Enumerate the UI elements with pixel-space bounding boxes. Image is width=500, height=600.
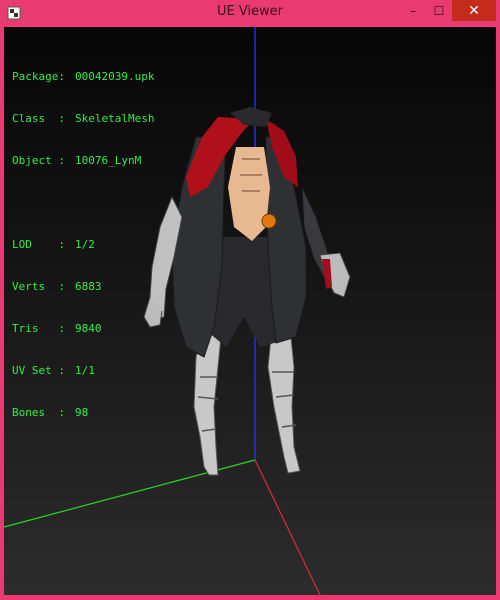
info-tris-value: 9840 bbox=[75, 322, 102, 335]
info-label: Class : bbox=[12, 112, 65, 125]
info-package-row: Package: 00042039.upk bbox=[12, 70, 154, 84]
close-button[interactable]: ✕ bbox=[452, 0, 496, 21]
info-label: Object : bbox=[12, 154, 65, 167]
info-label: Tris : bbox=[12, 322, 65, 335]
info-lod-value: 1/2 bbox=[75, 238, 95, 251]
minimize-button[interactable]: – bbox=[400, 0, 426, 21]
info-verts-row: Verts : 6883 bbox=[12, 280, 154, 294]
info-class-value: SkeletalMesh bbox=[75, 112, 155, 125]
mesh-info-overlay: Package: 00042039.upk Class : SkeletalMesh… bbox=[12, 42, 154, 448]
info-object-value: 10076_LynM bbox=[75, 154, 142, 167]
info-bones-row: Bones : 98 bbox=[12, 406, 154, 420]
info-label: Package: bbox=[12, 70, 65, 83]
info-bones-value: 98 bbox=[75, 406, 89, 419]
3d-viewport[interactable]: Package: 00042039.upk Class : SkeletalMesh… bbox=[4, 27, 496, 595]
info-label: UV Set : bbox=[12, 364, 65, 377]
info-uvset-row: UV Set : 1/1 bbox=[12, 364, 154, 378]
skeletal-mesh-model[interactable] bbox=[143, 107, 351, 476]
info-uvset-value: 1/1 bbox=[75, 364, 95, 377]
info-object-row: Object : 10076_LynM bbox=[12, 154, 154, 168]
title-bar[interactable]: UE Viewer – ☐ ✕ bbox=[0, 0, 500, 27]
info-package-value: 00042039.upk bbox=[75, 70, 155, 83]
app-window: UE Viewer – ☐ ✕ Package: 00042039.upk Cl… bbox=[0, 0, 500, 600]
info-tris-row: Tris : 9840 bbox=[12, 322, 154, 336]
info-label: Verts : bbox=[12, 280, 65, 293]
info-lod-row: LOD : 1/2 bbox=[12, 238, 154, 252]
info-verts-value: 6883 bbox=[75, 280, 102, 293]
info-label: LOD : bbox=[12, 238, 65, 251]
info-class-row: Class : SkeletalMesh bbox=[12, 112, 154, 126]
x-axis-line bbox=[254, 459, 321, 595]
info-label: Bones : bbox=[12, 406, 65, 419]
maximize-button[interactable]: ☐ bbox=[426, 0, 452, 21]
